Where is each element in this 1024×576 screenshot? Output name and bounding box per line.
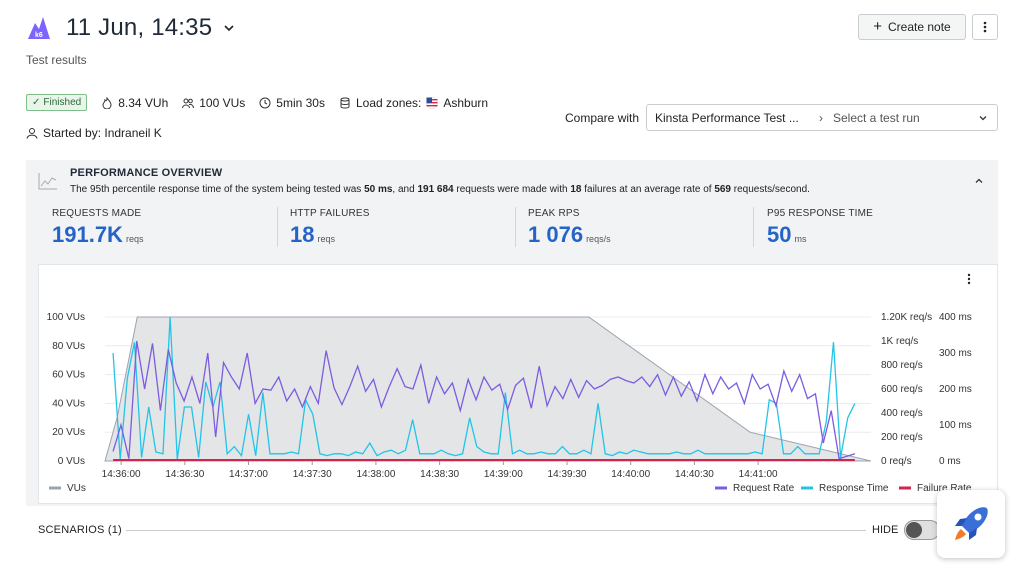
stat-divider (277, 207, 278, 247)
rocket-launcher-button[interactable] (937, 490, 1005, 558)
status-badge: ✓ Finished (26, 94, 88, 111)
x-tick-label: 14:40:00 (611, 469, 650, 480)
toggle-knob (906, 522, 922, 538)
y-right-ms-tick-label: 100 ms (939, 420, 972, 431)
x-tick-label: 14:36:30 (165, 469, 204, 480)
database-icon (340, 97, 350, 108)
legend-response_time-label: Response Time (819, 483, 889, 494)
x-tick-label: 14:39:30 (548, 469, 587, 480)
check-icon: ✓ (32, 97, 41, 108)
stat-requests-made: REQUESTS MADE 191.7K reqs (52, 208, 144, 247)
x-tick-label: 14:41:00 (739, 469, 778, 480)
compare-select[interactable]: Kinsta Performance Test ... › Select a t… (646, 104, 998, 131)
select-test-run[interactable]: Select a test run (833, 111, 978, 125)
x-tick-label: 14:40:30 (675, 469, 714, 480)
stat-peak-rps: PEAK RPS 1 076 reqs/s (528, 208, 611, 247)
kebab-menu-icon (983, 21, 987, 33)
y-right-req-tick-label: 600 req/s (881, 384, 923, 395)
page-header: k6 11 Jun, 14:35 (26, 14, 236, 42)
y-left-tick-label: 40 VUs (52, 398, 85, 409)
user-icon (26, 128, 38, 139)
stat-p95-response-time: P95 RESPONSE TIME 50 ms (767, 208, 874, 247)
compare-label: Compare with (565, 111, 640, 125)
chevron-up-icon[interactable] (974, 176, 984, 186)
y-right-ms-tick-label: 0 ms (939, 456, 961, 467)
page-title: 11 Jun, 14:35 (66, 14, 213, 41)
plus-icon: + (873, 18, 883, 35)
k6-logo-icon: k6 (28, 17, 50, 39)
load-zones-meta: Load zones: Ashburn (339, 96, 488, 110)
performance-chart[interactable]: 0 VUs 20 VUs 40 VUs 60 VUs 80 VUs 100 VUs 0 re… (39, 265, 999, 505)
chevron-down-icon[interactable] (978, 113, 988, 123)
legend-vus-label: VUs (67, 483, 86, 494)
hide-scenarios-toggle[interactable] (904, 520, 940, 540)
users-icon (182, 98, 195, 108)
svg-text:k6: k6 (35, 32, 43, 39)
vuh-meta: 8.34 VUh (101, 96, 168, 110)
y-left-tick-label: 0 VUs (58, 456, 85, 467)
x-tick-label: 14:38:30 (420, 469, 459, 480)
duration-meta: 5min 30s (259, 96, 325, 110)
clock-icon (259, 97, 271, 108)
scenarios-divider (126, 530, 866, 531)
y-left-tick-label: 60 VUs (52, 370, 85, 381)
started-by: Started by: Indraneil K (26, 126, 162, 140)
y-right-req-tick-label: 0 req/s (881, 456, 912, 467)
legend-request_rate-label: Request Rate (733, 483, 795, 494)
y-right-req-tick-label: 400 req/s (881, 408, 923, 419)
y-right-ms-tick-label: 300 ms (939, 348, 972, 359)
y-left-tick-label: 100 VUs (47, 312, 85, 323)
y-right-req-tick-label: 1.20K req/s (881, 312, 932, 323)
performance-chart-card: 0 VUs 20 VUs 40 VUs 60 VUs 80 VUs 100 VUs 0 re… (38, 264, 998, 504)
chevron-right-icon: › (819, 110, 823, 125)
overview-description: The 95th percentile response time of the… (70, 184, 810, 195)
scenarios-label: SCENARIOS (1) (38, 524, 122, 536)
y-left-tick-label: 20 VUs (52, 427, 85, 438)
y-right-req-tick-label: 800 req/s (881, 360, 923, 371)
compare-selected-test[interactable]: Kinsta Performance Test ... (647, 111, 819, 125)
vus-area (104, 316, 872, 462)
y-right-ms-tick-label: 200 ms (939, 384, 972, 395)
performance-overview-panel: PERFORMANCE OVERVIEW The 95th percentile… (26, 160, 998, 506)
vus-meta: 100 VUs (182, 96, 245, 110)
more-options-button[interactable] (972, 14, 998, 40)
hide-label: HIDE (872, 524, 899, 536)
x-tick-label: 14:39:00 (484, 469, 523, 480)
chevron-down-icon[interactable] (222, 21, 236, 35)
page-subtitle: Test results (26, 53, 87, 67)
x-tick-label: 14:37:30 (293, 469, 332, 480)
create-note-button[interactable]: + Create note (858, 14, 966, 40)
stat-divider (753, 207, 754, 247)
y-left-tick-label: 80 VUs (52, 341, 85, 352)
x-tick-label: 14:37:00 (229, 469, 268, 480)
stat-http-failures: HTTP FAILURES 18 reqs (290, 208, 370, 247)
x-tick-label: 14:36:00 (102, 469, 141, 480)
line-chart-icon (38, 173, 57, 190)
test-meta: ✓ Finished 8.34 VUh 100 VUs 5min 30s Loa… (26, 94, 488, 111)
y-right-req-tick-label: 1K req/s (881, 336, 918, 347)
us-flag-icon (426, 96, 439, 109)
y-right-req-tick-label: 200 req/s (881, 432, 923, 443)
flame-icon (102, 96, 112, 109)
stat-divider (515, 207, 516, 247)
y-right-ms-tick-label: 400 ms (939, 312, 972, 323)
overview-title: PERFORMANCE OVERVIEW (70, 167, 223, 179)
x-tick-label: 14:38:00 (356, 469, 395, 480)
rocket-icon (955, 507, 988, 540)
